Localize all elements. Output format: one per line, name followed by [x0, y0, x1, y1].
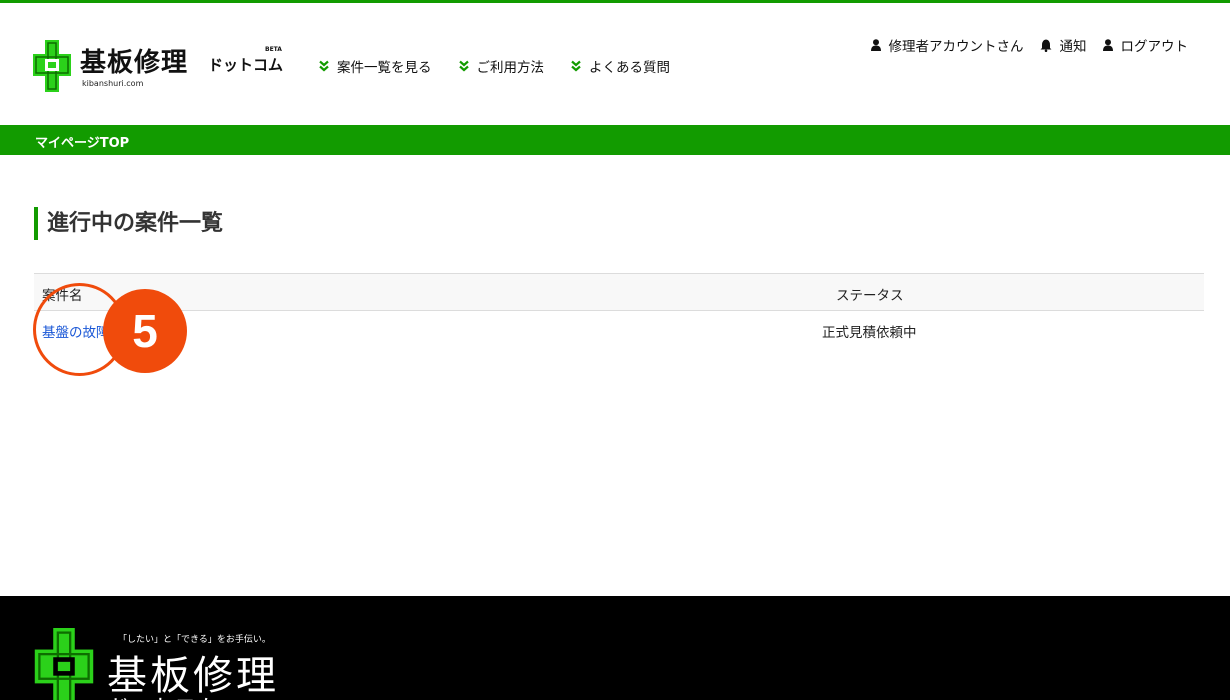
nav-item-faq[interactable]: よくある質問	[570, 56, 670, 76]
breadcrumb-mypage-top[interactable]: マイページTOP	[35, 132, 129, 151]
chevron-double-down-icon	[571, 60, 581, 72]
user-icon	[1102, 39, 1113, 51]
logo-domain: kibanshuri.com	[82, 79, 144, 88]
chevron-double-down-icon	[319, 60, 329, 72]
notifications-label: 通知	[1059, 39, 1087, 55]
user-icon	[870, 39, 881, 51]
annotation-step-badge: 5	[103, 289, 187, 373]
nav-item-cases[interactable]: 案件一覧を見る	[318, 56, 432, 76]
logout-label: ログアウト	[1120, 39, 1189, 55]
nav-item-label: 案件一覧を見る	[337, 60, 432, 76]
table-row: 基盤の故障 正式見積依頼中	[34, 311, 1204, 349]
circuit-logo-icon	[33, 40, 71, 92]
nav-item-label: ご利用方法	[476, 60, 545, 76]
nav-item-howto[interactable]: ご利用方法	[458, 56, 545, 76]
beta-label: BETA	[265, 46, 282, 53]
logo-suffix: ドットコム	[208, 56, 284, 74]
chevron-double-down-icon	[458, 60, 469, 72]
breadcrumb-bar: マイページTOP	[0, 125, 1230, 155]
logo-text: 基板修理	[80, 48, 189, 78]
logout-link[interactable]: ログアウト	[1102, 35, 1189, 55]
notifications-link[interactable]: 通知	[1040, 35, 1087, 55]
circuit-logo-icon	[34, 628, 94, 700]
site-header: 基板修理 ドットコム BETA kibanshuri.com 案件一覧を見る ご…	[0, 3, 1230, 125]
site-logo[interactable]: 基板修理 ドットコム BETA kibanshuri.com	[33, 40, 293, 96]
main-nav: 案件一覧を見る ご利用方法 よくある質問	[318, 56, 696, 76]
site-footer: 「したい」と「できる」をお手伝い。 基板修理 ドットコム	[0, 596, 1230, 700]
user-menu: 修理者アカウントさん 通知 ログアウト	[855, 35, 1189, 55]
footer-logo-suffix: ドットコム	[108, 690, 218, 700]
page-title: 進行中の案件一覧	[34, 207, 223, 240]
header-status: ステータス	[836, 288, 904, 304]
nav-item-label: よくある質問	[589, 60, 670, 76]
account-label: 修理者アカウントさん	[888, 39, 1024, 55]
bell-icon	[1040, 39, 1051, 52]
account-link[interactable]: 修理者アカウントさん	[870, 35, 1024, 55]
cases-table: 案件名 ステータス 基盤の故障 正式見積依頼中	[34, 273, 1204, 349]
case-status: 正式見積依頼中	[822, 325, 917, 341]
table-header: 案件名 ステータス	[34, 273, 1204, 311]
